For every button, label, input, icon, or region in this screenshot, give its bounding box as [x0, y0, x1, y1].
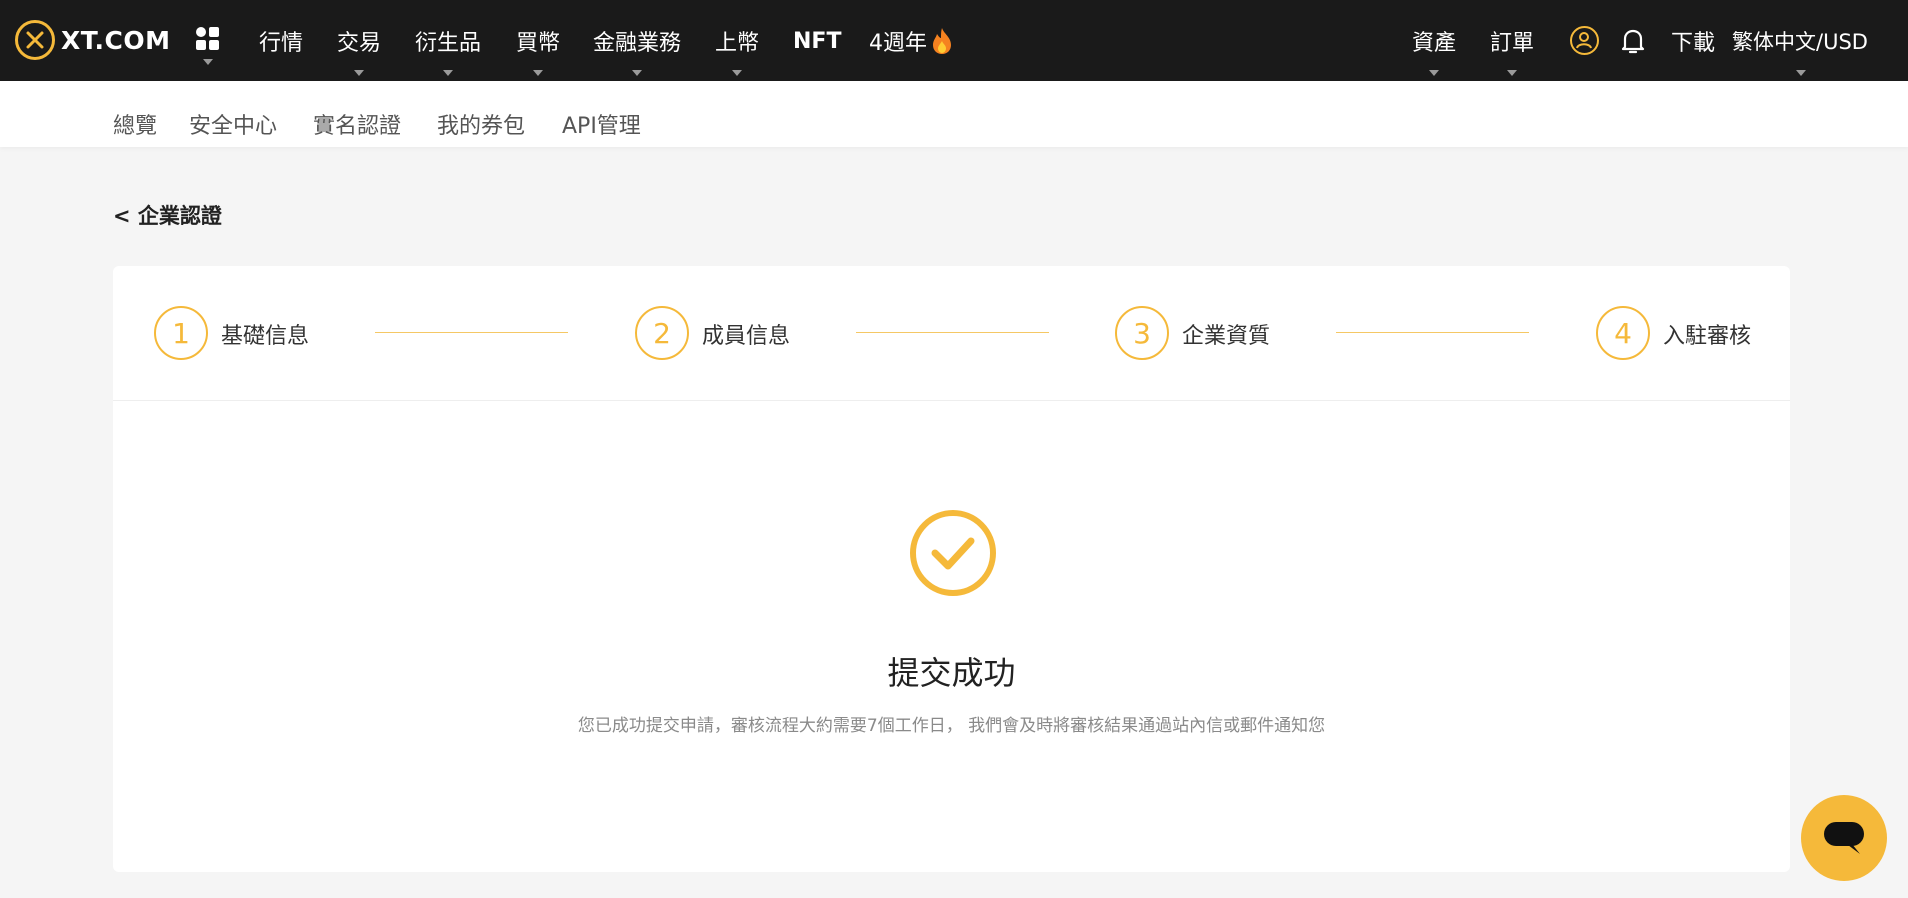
- account-subnav: 總覽 安全中心 實名認證 我的券包 API管理: [0, 81, 1908, 147]
- nav-assets[interactable]: 資產: [1412, 24, 1457, 76]
- nav-language[interactable]: 繁体中文/USD: [1732, 24, 1868, 76]
- nav-label: 下載: [1671, 31, 1716, 56]
- logo-text: XT.COM: [61, 25, 171, 55]
- nav-label: 訂單: [1490, 31, 1535, 56]
- bell-icon[interactable]: [1619, 26, 1647, 56]
- nav-label: 交易: [337, 31, 382, 56]
- nav-download[interactable]: 下載: [1671, 24, 1715, 58]
- chevron-down-icon: [1429, 70, 1439, 76]
- step-3-label: 企業資質: [1182, 324, 1271, 349]
- nav-derivatives[interactable]: 衍生品: [415, 24, 482, 76]
- step-connector: [856, 332, 1049, 333]
- nav-label: 資產: [1412, 31, 1457, 56]
- success-description: 您已成功提交申請，審核流程大約需要7個工作日， 我們會及時將審核結果通過站內信或…: [577, 716, 1326, 736]
- nav-nft[interactable]: NFT: [793, 24, 841, 58]
- chevron-down-icon: [533, 70, 543, 76]
- nav-label: 繁体中文/USD: [1732, 30, 1868, 54]
- step-1-circle: 1: [154, 306, 208, 360]
- chevron-down-icon: [443, 70, 453, 76]
- step-connector: [1336, 332, 1529, 333]
- nav-market[interactable]: 行情: [259, 24, 303, 58]
- subnav-security[interactable]: 安全中心: [189, 108, 277, 140]
- nav-orders[interactable]: 訂單: [1490, 24, 1535, 76]
- user-icon[interactable]: [1570, 26, 1599, 55]
- subnav-api[interactable]: API管理: [562, 108, 641, 140]
- back-link[interactable]: < 企業認證: [113, 200, 222, 230]
- apps-icon[interactable]: [196, 27, 220, 65]
- nav-finance[interactable]: 金融業務: [593, 24, 682, 76]
- chevron-down-icon: [632, 70, 642, 76]
- nav-buy-crypto[interactable]: 買幣: [516, 24, 561, 76]
- nav-label: 衍生品: [415, 31, 482, 56]
- top-navbar: XT.COM 行情 交易 衍生品 買幣 金融業務 上幣 NFT 4週年 資產 訂…: [0, 0, 1908, 81]
- nav-label: 4週年: [869, 31, 927, 56]
- chevron-down-icon: [732, 70, 742, 76]
- nav-label: 買幣: [516, 31, 561, 56]
- chat-button[interactable]: [1801, 795, 1887, 881]
- chat-bubble-icon: [1824, 822, 1864, 854]
- step-1-label: 基礎信息: [221, 324, 310, 349]
- nav-label: 金融業務: [593, 31, 682, 56]
- check-circle-icon: [910, 510, 996, 596]
- nav-anniversary[interactable]: 4週年: [869, 24, 955, 58]
- subnav-overview[interactable]: 總覽: [113, 108, 157, 140]
- step-connector: [375, 332, 568, 333]
- stepper: 1 基礎信息 2 成員信息 3 企業資質 4 入駐審核: [113, 266, 1790, 401]
- step-4-circle: 4: [1596, 306, 1650, 360]
- fire-icon: [933, 28, 951, 54]
- verification-card: 1 基礎信息 2 成員信息 3 企業資質 4 入駐審核 提交成功 您已成功提交申…: [113, 266, 1790, 872]
- chevron-down-icon: [1507, 70, 1517, 76]
- step-4-label: 入駐審核: [1663, 324, 1752, 349]
- nav-listing[interactable]: 上幣: [715, 24, 760, 76]
- chevron-down-icon: [1795, 70, 1806, 76]
- step-2-circle: 2: [635, 306, 689, 360]
- nav-label: 上幣: [715, 31, 760, 56]
- step-2-label: 成員信息: [702, 324, 791, 349]
- nav-label: NFT: [793, 28, 842, 54]
- nav-trade[interactable]: 交易: [337, 24, 382, 76]
- subnav-coupons[interactable]: 我的券包: [437, 108, 525, 140]
- logo-mark-icon: [15, 20, 55, 60]
- step-3-circle: 3: [1115, 306, 1169, 360]
- subnav-kyc[interactable]: 實名認證: [313, 108, 401, 140]
- nav-label: 行情: [259, 31, 304, 56]
- chevron-down-icon: [354, 70, 364, 76]
- success-title: 提交成功: [887, 654, 1016, 692]
- xt-logo[interactable]: XT.COM: [15, 20, 171, 60]
